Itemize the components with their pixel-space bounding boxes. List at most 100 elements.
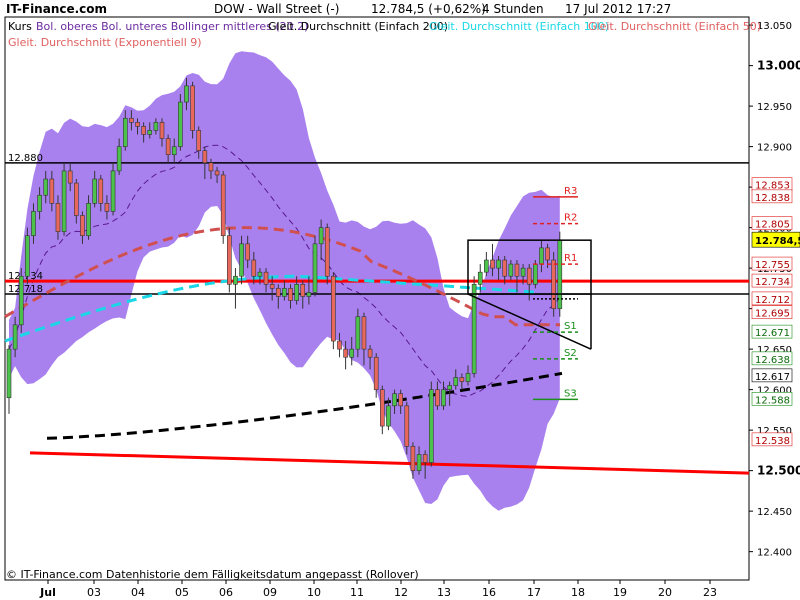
candle-body (227, 235, 232, 285)
candle-body (282, 288, 287, 297)
pivot-label-R2: R2 (564, 213, 577, 224)
instrument-title: DOW - Wall Street (-) (214, 2, 339, 16)
candle-body (12, 324, 18, 350)
candle-body (526, 267, 532, 285)
candle-body (306, 292, 312, 297)
candle-body (74, 182, 79, 216)
candle-body (331, 275, 336, 342)
candle-body (514, 263, 520, 277)
x-tick-label: 05 (175, 586, 189, 599)
candle-body (269, 284, 275, 289)
candle-body (153, 122, 159, 131)
pivot-label-S3: S3 (564, 388, 577, 399)
pivot-label-R1: R1 (564, 253, 577, 264)
y-tick-label: 12.900 (757, 143, 792, 154)
price-label: 12.784,5 (755, 236, 800, 247)
x-tick-label: Jul (39, 586, 56, 599)
candle-body (520, 267, 526, 277)
candle-body (37, 194, 42, 212)
candle-body (422, 454, 428, 463)
candle-body (496, 259, 501, 269)
price-label: 12.838 (755, 193, 790, 204)
y-tick-label: 13.050 (757, 21, 792, 32)
interval-text: 4 Stunden (482, 2, 544, 16)
candle-body (129, 117, 134, 123)
price-label: 12.538 (755, 436, 790, 447)
chart-canvas: 12.880 12.734 12.718 R3 R2 R1 S1 S2 S3 13.050 13.… (4, 2, 800, 599)
candle-body (300, 284, 306, 297)
candle-body (435, 389, 440, 407)
hline-label: 12.718 (8, 284, 43, 295)
candle-body (465, 373, 471, 382)
candle-body (441, 389, 446, 407)
hline-label: 12.880 (8, 153, 43, 164)
x-tick-label: 18 (571, 586, 585, 599)
y-tick-label: 12.450 (757, 507, 792, 518)
candle-body (61, 170, 67, 232)
candle-body (386, 405, 391, 427)
candle-body (25, 235, 30, 277)
candle-body (104, 203, 110, 212)
candle-body (349, 348, 355, 358)
candle-body (257, 271, 263, 277)
candle-body (355, 316, 361, 350)
x-tick-label: 19 (613, 586, 627, 599)
candle-body (214, 170, 220, 176)
candle-body (539, 247, 544, 265)
x-tick-label: 17 (527, 586, 541, 599)
candle-body (380, 389, 385, 427)
candle-body (165, 138, 171, 156)
x-tick-label: 13 (437, 586, 451, 599)
candle-body (55, 203, 61, 232)
candle-body (245, 243, 250, 261)
candle-body (141, 126, 146, 135)
candle-body (6, 348, 12, 399)
candle-body (404, 405, 410, 447)
y-tick-label: 13.000 (757, 59, 800, 73)
price-labels: 12.85312.83812.80512.784,512.75512.73412… (751, 177, 800, 447)
candle-body (110, 170, 116, 212)
candle-body (416, 454, 422, 471)
candle-body (98, 178, 104, 204)
candle-body (196, 130, 202, 151)
x-tick-label: 10 (307, 586, 321, 599)
candle-body (545, 247, 550, 261)
candle-body (484, 259, 489, 273)
candle-body (190, 85, 195, 131)
x-tick-label: 20 (658, 586, 672, 599)
y-axis: 13.05013.00012.95012.90012.85012.80012.7… (749, 21, 800, 559)
candle-body (116, 146, 122, 172)
candle-body (43, 178, 49, 196)
candle-body (202, 150, 208, 164)
candle-body (508, 263, 514, 277)
legend-item: Gleit. Durchschnitt (Einfach 50) (588, 20, 761, 33)
x-tick-label: 23 (703, 586, 717, 599)
candle-body (367, 348, 373, 358)
candle-body (159, 122, 165, 139)
copyright-text: © IT-Finance.com Datenhistorie dem Fälli… (6, 568, 419, 581)
candle-body (86, 203, 91, 237)
candle-body (220, 174, 226, 237)
candle-body (251, 259, 257, 277)
legend-item: Kurs (8, 20, 32, 33)
x-tick-label: 03 (87, 586, 101, 599)
candle-body (324, 227, 330, 277)
datetime-text: 17 Jul 2012 17:27 (565, 2, 671, 16)
candle-body (398, 393, 403, 407)
candle-body (533, 263, 538, 285)
candle-body (67, 170, 73, 184)
candle-body (171, 146, 177, 156)
candle-body (410, 446, 416, 471)
candle-body (318, 227, 324, 245)
price-label: 12.712 (755, 295, 790, 306)
candle-body (288, 288, 293, 301)
price-label: 12.617 (755, 372, 790, 383)
pivot-label-R3: R3 (564, 186, 577, 197)
brand-logo: IT-Finance.com (6, 2, 107, 16)
y-tick-label: 12.950 (757, 102, 792, 113)
x-tick-label: 12 (394, 586, 408, 599)
candle-body (49, 178, 55, 204)
candle-body (178, 101, 183, 147)
x-tick-label: 16 (482, 586, 496, 599)
candle-body (135, 122, 140, 127)
